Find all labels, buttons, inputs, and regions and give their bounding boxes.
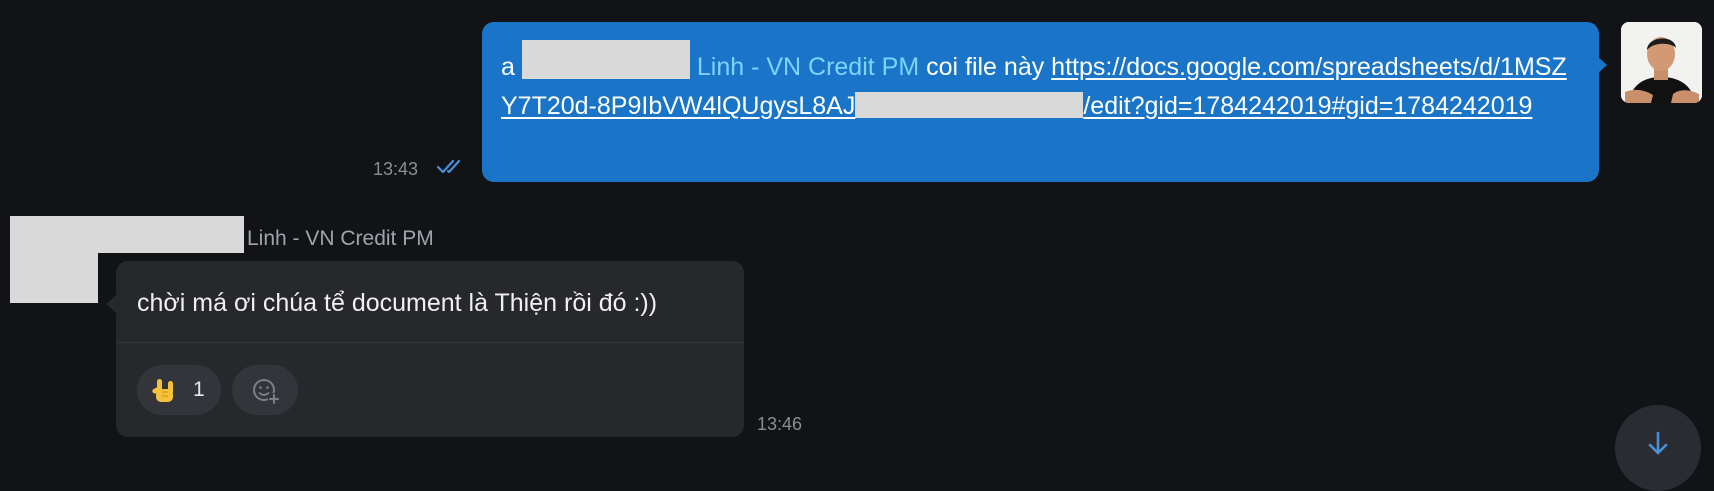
reaction-chip[interactable]: 1 xyxy=(137,365,221,415)
redacted-name-block xyxy=(521,40,690,79)
incoming-message-text: chời má ơi chúa tể document là Thiện rồi… xyxy=(137,289,658,317)
mention-link[interactable]: Linh - VN Credit PM xyxy=(697,53,919,81)
message-prefix: a xyxy=(501,53,522,81)
incoming-timestamp: 13:46 xyxy=(757,414,803,434)
rock-on-hand-icon xyxy=(151,376,181,411)
add-reaction-icon xyxy=(253,379,280,405)
add-reaction-button[interactable] xyxy=(232,365,298,415)
double-check-icon xyxy=(436,158,468,181)
outgoing-message-text: a Linh - VN Credit PM coi file này https… xyxy=(501,40,1581,126)
reaction-count: 1 xyxy=(193,378,205,401)
incoming-bubble-tail xyxy=(106,295,116,313)
link-text-end: /edit?gid=1784242019#gid=1784242019 xyxy=(1083,92,1533,120)
message-body-text: coi file này xyxy=(919,53,1052,81)
reaction-divider xyxy=(116,342,744,343)
outgoing-timestamp: 13:43 xyxy=(373,159,419,179)
arrow-down-icon xyxy=(1648,431,1668,455)
redacted-sender-block xyxy=(10,216,244,253)
redacted-sender-avatar xyxy=(10,253,98,303)
outgoing-message-bubble[interactable]: a Linh - VN Credit PM coi file này https… xyxy=(482,22,1599,182)
incoming-message-bubble[interactable]: chời má ơi chúa tể document là Thiện rồi… xyxy=(116,261,744,437)
redacted-link-block xyxy=(855,92,1084,118)
scroll-to-bottom-button[interactable] xyxy=(1615,405,1701,491)
own-avatar[interactable] xyxy=(1621,22,1702,103)
sender-name[interactable]: Linh - VN Credit PM xyxy=(247,227,434,251)
outgoing-bubble-tail xyxy=(1597,56,1607,74)
